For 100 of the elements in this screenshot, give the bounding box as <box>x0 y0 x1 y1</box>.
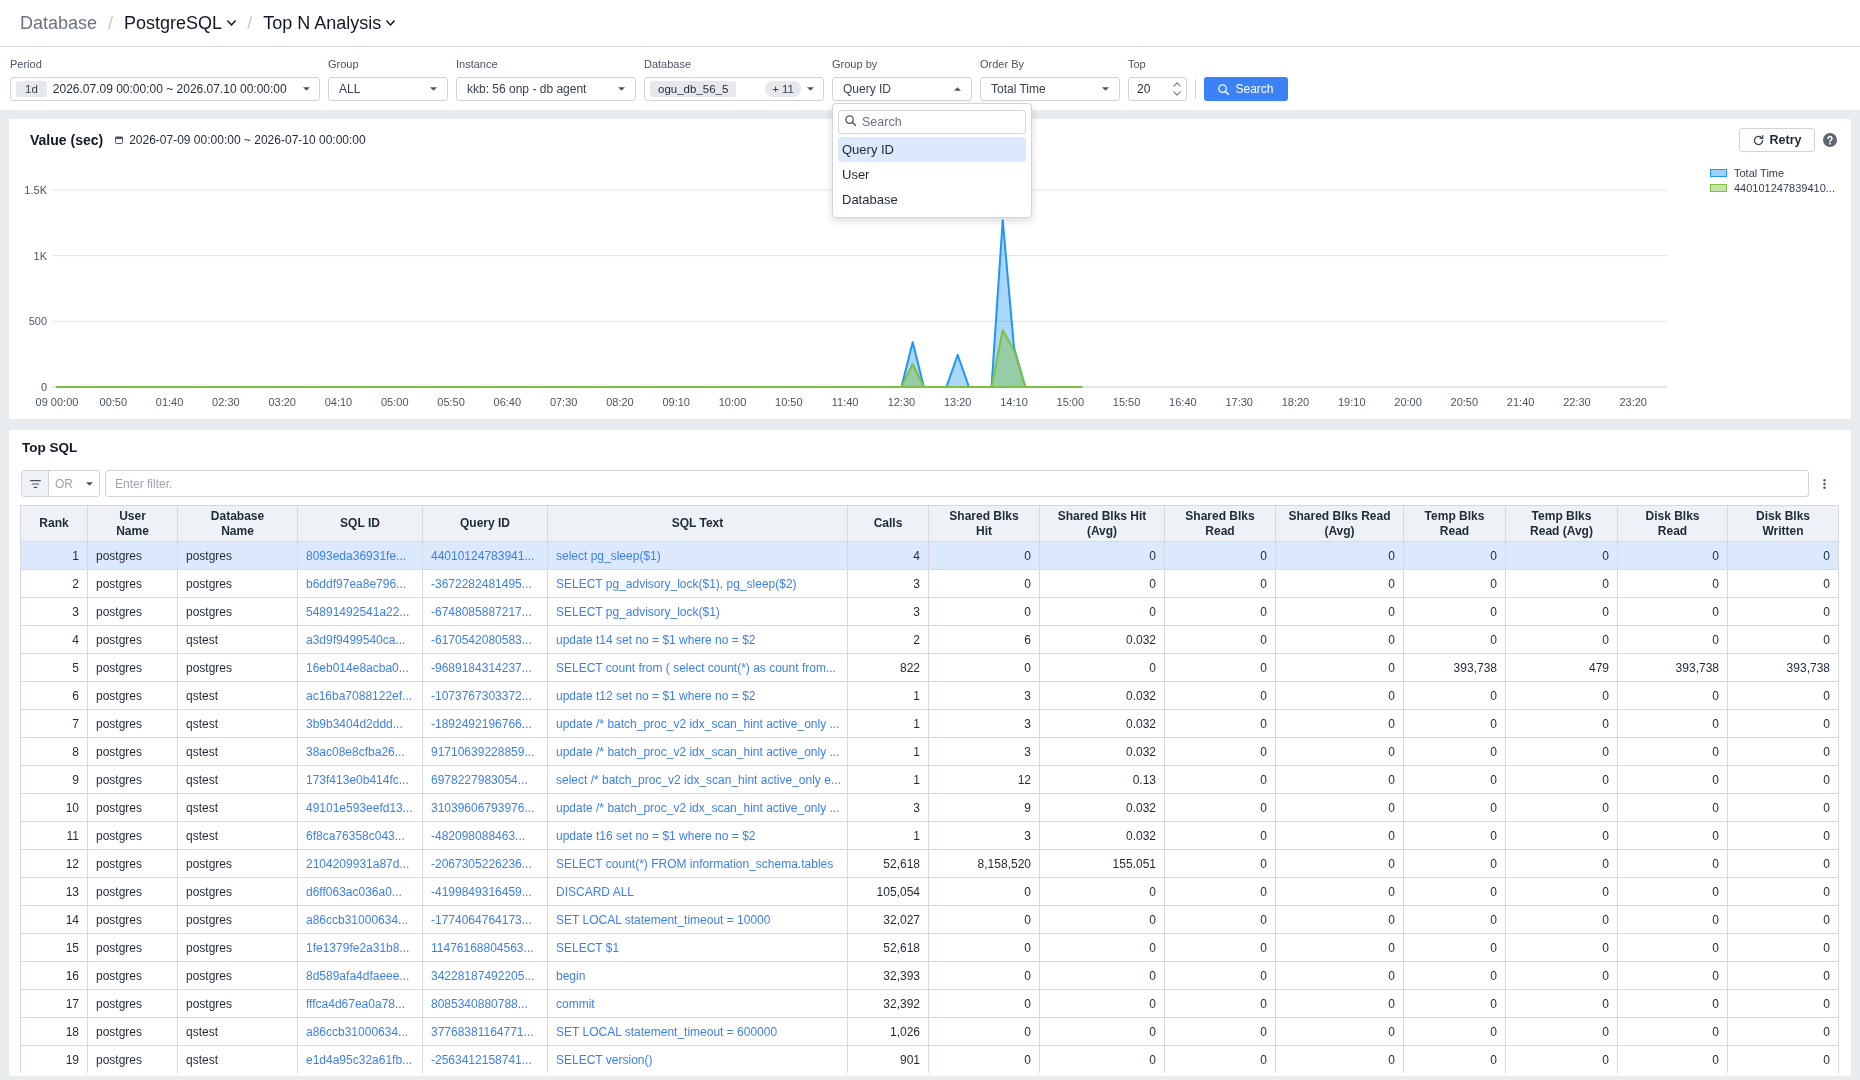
table-link[interactable]: select pg_sleep($1) <box>556 548 661 563</box>
table-row[interactable]: 13 postgres postgres d6ff063ac036a0... -4199849316459... DISCARD ALL 105,054 0 0 0 0 0 0 0 0 <box>20 877 1839 906</box>
table-row[interactable]: 15 postgres postgres 1fe1379fe2a31b8... 11476168804563... SELECT $1 52,618 0 0 0 0 0 0 0 0 <box>20 933 1839 962</box>
table-link[interactable]: SELECT $1 <box>556 940 620 955</box>
table-cell: 0 <box>1403 765 1506 794</box>
table-cell: postgres <box>87 1017 178 1046</box>
refresh-icon <box>1752 134 1764 146</box>
table-cell: 0 <box>1727 681 1839 710</box>
chart-title: Value (sec) <box>30 130 104 150</box>
axis-label: 20:50 <box>1450 396 1479 408</box>
table-cell: 0 <box>1164 569 1276 598</box>
number-field[interactable]: 20 <box>1128 77 1187 101</box>
period-field[interactable]: 1d 2026.07.09 00:00:00 ~ 2026.07.10 00:00:00 <box>10 77 320 101</box>
table-link[interactable]: commit <box>556 996 595 1011</box>
table-row[interactable]: 11 postgres qstest 6f8ca76358c043... -482098088463... update t16 set no = $1 where no = $2 1 3 0.032 0 0 0 0 0 0 <box>20 821 1839 850</box>
table-cell: 0 <box>1403 961 1506 990</box>
filter-field[interactable]: Enter filter. <box>105 470 1809 497</box>
field-label: Group <box>328 57 359 71</box>
table-cell: 7 <box>20 709 88 738</box>
table-cell: 0 <box>928 961 1040 990</box>
table-cell: 0 <box>1039 877 1165 906</box>
select-field[interactable]: Total Time <box>980 77 1120 101</box>
table-link[interactable]: begin <box>556 968 586 983</box>
table-link[interactable]: DISCARD ALL <box>556 884 635 899</box>
table-cell: 18 <box>20 1017 88 1046</box>
table-cell: 0 <box>1505 905 1618 934</box>
table-row[interactable]: 18 postgres qstest a86ccb31000634... 37768381164771... SET LOCAL statement_timeout = 600000 1,026 0 0 0 0 0 0 0 0 <box>20 1017 1839 1046</box>
help-icon[interactable] <box>1823 133 1837 147</box>
table-row[interactable]: 7 postgres qstest 3b9b3404d2ddd... -1892492196766... update /* batch_proc_v2 idx_scan_hint active_only ... 1 3 0.032 0 0 0 0 0 0 <box>20 709 1839 738</box>
column-header: Disk Blks Written <box>1727 505 1839 542</box>
multi-select-field[interactable]: ogu_db_56_5 + 11 <box>644 77 824 101</box>
search-field[interactable]: Search <box>838 110 1026 134</box>
select-field[interactable]: ALL <box>328 77 448 101</box>
table-row[interactable]: 10 postgres qstest 49101e593eefd13... 31039606793976... update /* batch_proc_v2 idx_scan_hint active_only ... 3 9 0.032 0 0 0 0 0 0 <box>20 793 1839 822</box>
table-row[interactable]: 2 postgres postgres b6ddf97ea8e796... -3672282481495... SELECT pg_advisory_lock($1), pg_sleep($2) 3 0 0 0 0 0 0 0 0 <box>20 569 1839 598</box>
dropdown-option[interactable]: Query ID <box>838 137 1026 162</box>
axis-label: 05:00 <box>381 396 409 408</box>
table-cell: 0 <box>1727 933 1839 962</box>
caret-down-icon <box>1102 87 1109 91</box>
table-cell: postgres <box>87 849 178 878</box>
retry-button[interactable]: Retry <box>1739 128 1815 152</box>
more-icon[interactable] <box>1822 477 1826 490</box>
table-row[interactable]: 8 postgres qstest 38ac08e8cfba26... 91710639228859... update /* batch_proc_v2 idx_scan_hint active_only ... 1 3 0.032 0 0 0 0 0 0 <box>20 737 1839 766</box>
table-cell: 0 <box>1164 737 1276 766</box>
table-cell: 0 <box>1727 597 1839 626</box>
breadcrumb-menu[interactable]: PostgreSQL <box>124 9 237 37</box>
caret-down-icon <box>303 87 310 91</box>
table-row[interactable]: 6 postgres qstest ac16ba7088122ef... -1073767303372... update t12 set no = $1 where no = $2 1 3 0.032 0 0 0 0 0 0 <box>20 681 1839 710</box>
search-button[interactable]: Search <box>1204 77 1288 101</box>
table-cell: 1 <box>847 681 929 710</box>
search-icon <box>845 115 856 126</box>
table-cell: 0 <box>1164 709 1276 738</box>
table-cell: 0 <box>928 569 1040 598</box>
table-row[interactable]: 16 postgres postgres 8d589afa4dfaeee... 34228187492205... begin 32,393 0 0 0 0 0 0 0 0 <box>20 961 1839 990</box>
axis-label: 500 <box>28 315 47 328</box>
axis-label: 21:40 <box>1506 396 1535 408</box>
table-cell: 9 <box>928 793 1040 822</box>
table-link[interactable]: SELECT version() <box>556 1052 653 1067</box>
table-row[interactable]: 1 postgres postgres 8093eda36931fe... 44010124783941... select pg_sleep($1) 4 0 0 0 0 0 0 0 0 <box>20 541 1839 570</box>
table-cell: 0 <box>1164 989 1276 1018</box>
select-field[interactable]: Query ID <box>832 77 972 101</box>
table-row[interactable]: 4 postgres qstest a3d9f9499540ca... -6170542080583... update t14 set no = $1 where no = $2 2 6 0.032 0 0 0 0 0 0 <box>20 625 1839 654</box>
table-row[interactable]: 3 postgres postgres 54891492541a22... -6748085887217... SELECT pg_advisory_lock($1) 3 0 0 0 0 0 0 0 0 <box>20 597 1839 626</box>
table-cell: 0 <box>1275 709 1404 738</box>
count-badge: + 11 <box>765 81 801 97</box>
axis-label: 23:20 <box>1619 396 1647 408</box>
table-cell: 0 <box>1039 1017 1165 1046</box>
table-row[interactable]: 14 postgres postgres a86ccb31000634... -1774064764173... SET LOCAL statement_timeout = 10000 32,027 0 0 0 0 0 0 0 0 <box>20 905 1839 934</box>
axis-label: 1K <box>33 249 47 262</box>
table-cell: 0 <box>1275 933 1404 962</box>
table-cell: 0 <box>1275 541 1404 570</box>
table-cell: 3 <box>928 821 1040 850</box>
breadcrumb-link[interactable]: Database <box>20 9 98 37</box>
table-cell: 16 <box>20 961 88 990</box>
axis-label: 1.5K <box>24 184 47 196</box>
column-header: User Name <box>87 505 178 542</box>
selected-tag: ogu_db_56_5 <box>650 81 737 97</box>
table-cell: 0 <box>1505 765 1618 794</box>
breadcrumb-menu[interactable]: Top N Analysis <box>263 9 396 37</box>
select-field[interactable]: kkb: 56 onp - db agent <box>456 77 636 101</box>
table-row[interactable]: 19 postgres qstest e1d4a95c32a61fb... -2563412158741... SELECT version() 901 0 0 0 0 0 0 0 0 <box>20 1045 1839 1073</box>
table-row[interactable]: 5 postgres postgres 16eb014e8acba0... -9689184314237... SELECT count from ( select count(*) as count from... 822 0 0 0 0 393,738 479 393,738 393,738 <box>20 653 1839 682</box>
table-row[interactable]: 9 postgres qstest 173f413e0b414fc... 6978227983054... select /* batch_proc_v2 idx_scan_hint active_only e... 1 12 0.13 0 0 0 0 0 0 <box>20 765 1839 794</box>
table-row[interactable]: 12 postgres postgres 2104209931a87d... -2067305226236... SELECT count(*) FROM information_schema.tables 52,618 8,158,520 155.051 0 0 0 0 0 0 <box>20 849 1839 878</box>
table-cell: 0 <box>1403 709 1506 738</box>
table-cell: 0 <box>1164 597 1276 626</box>
table-cell: 0 <box>1164 961 1276 990</box>
table-cell: postgres <box>87 597 178 626</box>
table-cell: qstest <box>177 681 298 710</box>
table-row[interactable]: 17 postgres postgres fffca4d67ea0a78... 8085340880788... commit 32,392 0 0 0 0 0 0 0 0 <box>20 989 1839 1018</box>
table-cell: 0 <box>1403 569 1506 598</box>
table-cell: 0 <box>1617 737 1728 766</box>
table-cell: postgres <box>177 653 298 682</box>
table-cell: postgres <box>87 709 178 738</box>
table-cell: 19 <box>20 1045 88 1073</box>
table-cell: 13 <box>20 877 88 906</box>
axis-label: 15:50 <box>1112 396 1141 408</box>
table-cell: 0 <box>1403 625 1506 654</box>
table-cell: 0 <box>1505 597 1618 626</box>
table-cell: 0 <box>1617 933 1728 962</box>
